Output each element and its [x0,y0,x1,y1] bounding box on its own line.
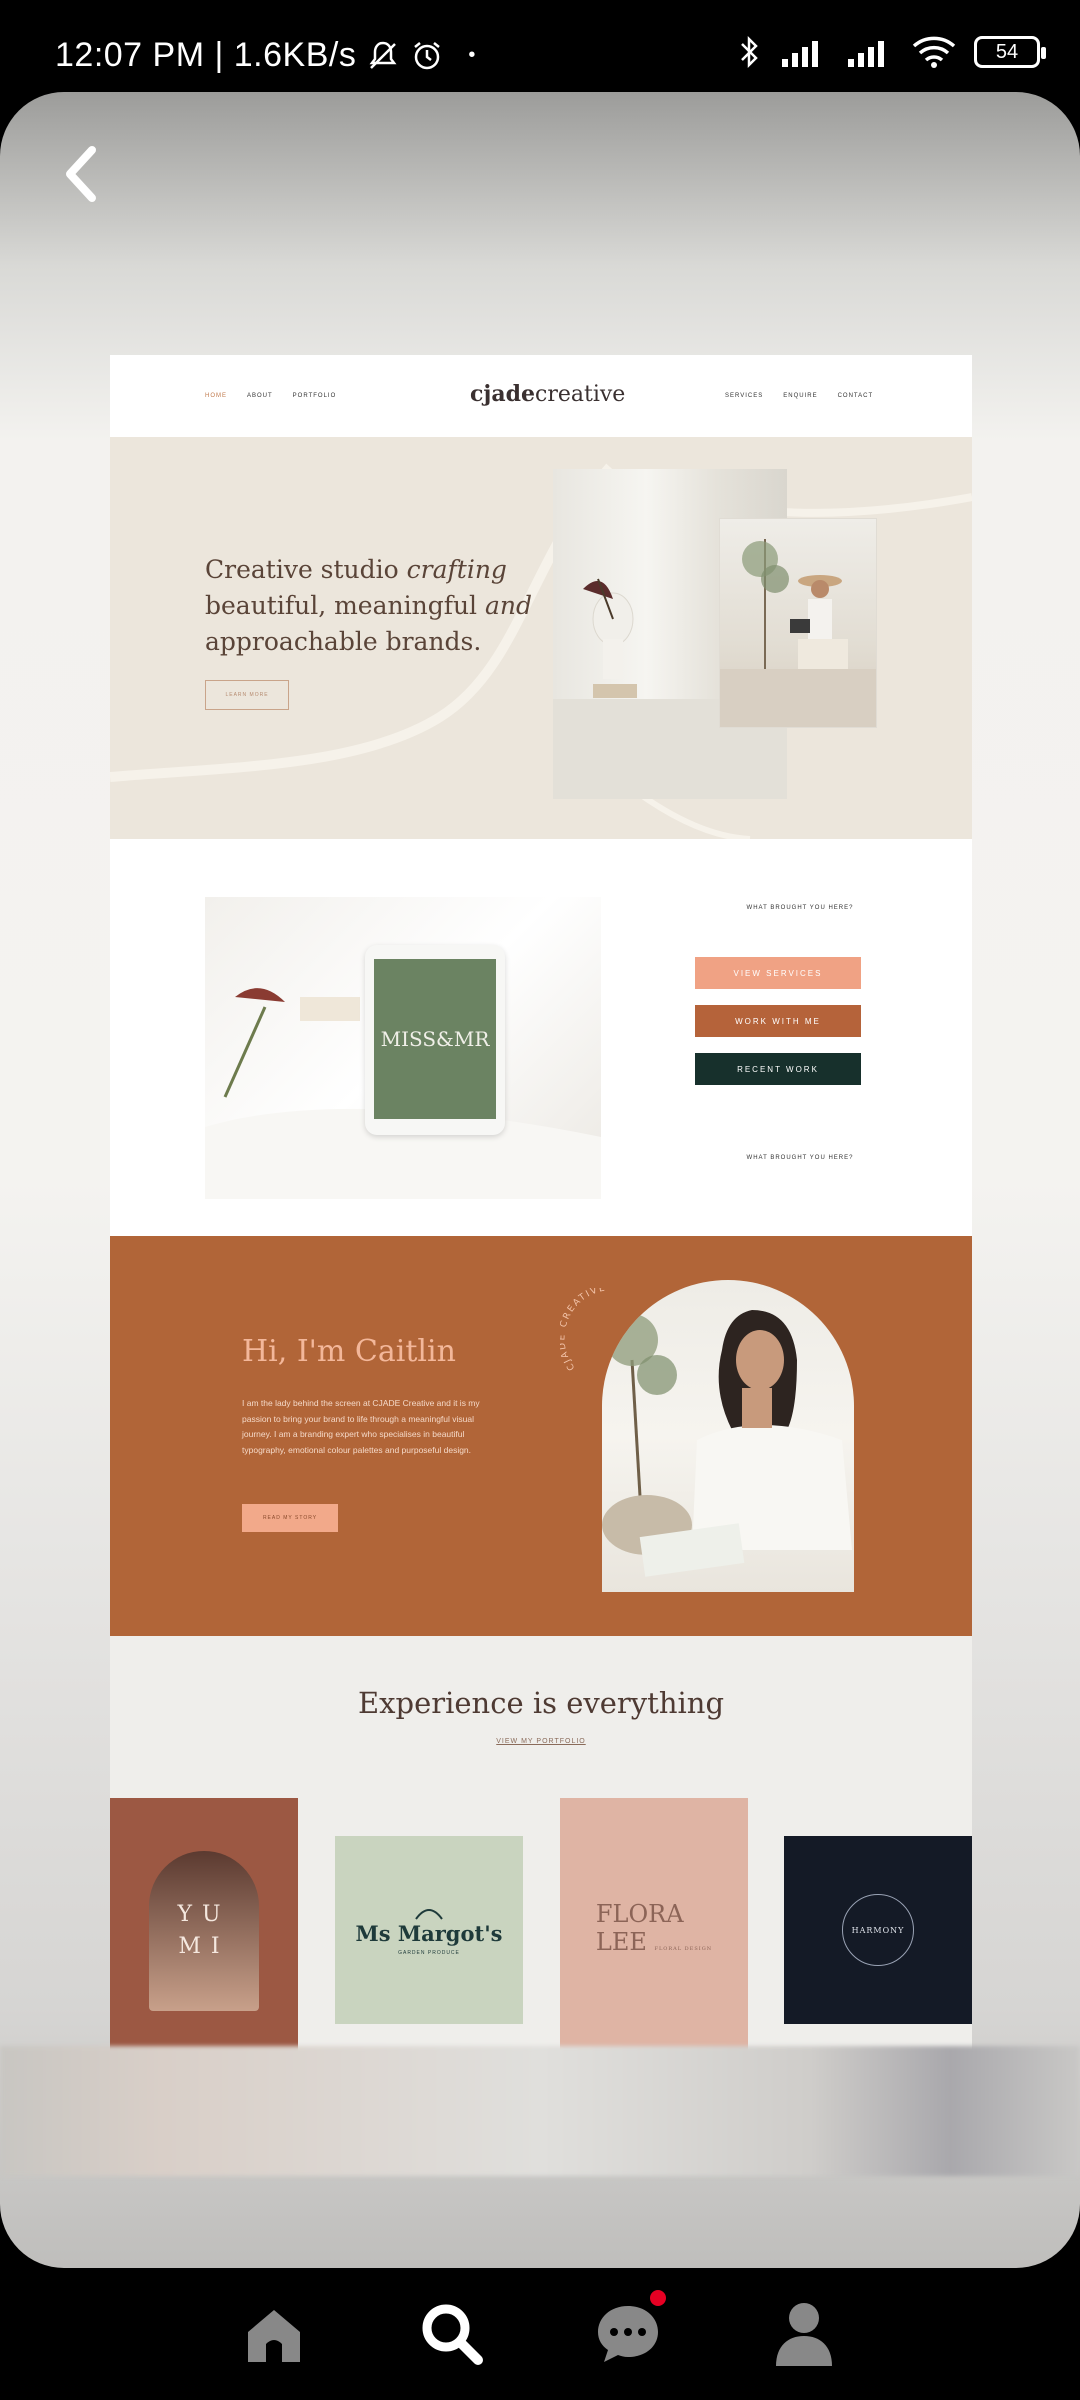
chevron-left-icon [66,146,96,202]
yumi-logo-text: YUMI [177,1902,231,1959]
nav-profile[interactable] [768,2298,840,2370]
view-portfolio-link: VIEW MY PORTFOLIO [496,1738,586,1745]
recent-work-button: RECENT WORK [695,1053,861,1085]
site-about-section: Hi, I'm Caitlin I am the lady behind the… [110,1236,972,1636]
margot-subtitle: GARDEN PRODUCE [398,1949,460,1956]
portfolio-tile-flora-lee: FLORA LEE FLORAL DESIGN [560,1798,748,2064]
bluetooth-icon [741,35,758,69]
profile-icon [776,2303,832,2366]
site-nav-left: HOME ABOUT PORTFOLIO [205,393,336,399]
site-nav-services: SERVICES [725,393,764,399]
site-nav-enquire: ENQUIRE [783,393,818,399]
tablet-device: MISS&MR [365,945,505,1135]
pin-image[interactable]: HOME ABOUT PORTFOLIO cjadecreative SERVI… [110,355,972,2139]
back-button[interactable] [58,144,106,204]
cta-question-top: WHAT BROUGHT YOU HERE? [746,905,854,911]
learn-more-button: LEARN MORE [205,680,289,710]
portfolio-tile-yumi: YUMI [110,1798,298,2064]
signal-icon-1 [782,41,818,67]
bottom-nav [0,2268,1080,2400]
flora-logo-line2: LEE [595,1927,647,1956]
svg-text:CJADE CREATIVE: CJADE CREATIVE [560,1288,608,1372]
tablet-mockup-photo: MISS&MR [205,897,601,1199]
notification-dot [650,2290,666,2306]
portfolio-tile-margot: Ms Margot's GARDEN PRODUCE [335,1836,523,2024]
flora-subtitle: FLORAL DESIGN [654,1945,713,1952]
site-header: HOME ABOUT PORTFOLIO cjadecreative SERVI… [110,355,972,437]
site-logo: cjadecreative [470,381,626,407]
nav-search[interactable] [416,2298,488,2370]
site-hero: Creative studio crafting beautiful, mean… [110,437,972,839]
portfolio-tile-harmony: HARMONY [784,1836,972,2024]
cta-question-bottom: WHAT BROUGHT YOU HERE? [746,1155,854,1161]
signal-icon-2 [848,41,884,67]
search-icon [422,2304,483,2365]
margot-emblem-icon [415,1908,443,1920]
pin-viewer-card: HOME ABOUT PORTFOLIO cjadecreative SERVI… [0,92,1080,2268]
experience-title: Experience is everything [357,1686,725,1720]
battery-icon: 54 [974,36,1046,68]
about-body: I am the lady behind the screen at CJADE… [242,1398,480,1455]
status-left: 12:07 PM | 1.6KB/s • [55,36,476,75]
harmony-logo-text: HARMONY [851,1925,905,1935]
tablet-screen-text: MISS&MR [374,959,496,1119]
site-mid-section: MISS&MR WHAT BROUGHT YOU HERE? VIEW SERV… [110,839,972,1236]
view-services-button: VIEW SERVICES [695,957,861,989]
caitlin-portrait [602,1280,854,1592]
alarm-icon [414,41,441,69]
dot-icon: • [468,44,476,66]
home-icon [248,2310,300,2362]
site-nav-portfolio: PORTFOLIO [292,393,337,399]
site-nav-contact: CONTACT [837,393,874,399]
nav-messages[interactable] [592,2290,666,2370]
about-title: Hi, I'm Caitlin [242,1334,456,1369]
chat-icon [598,2306,658,2362]
read-my-story-button: READ MY STORY [242,1504,338,1532]
site-nav-home: HOME [205,393,227,399]
status-right: 54 [738,34,1046,70]
nav-home[interactable] [238,2298,310,2370]
work-with-me-button: WORK WITH ME [695,1005,861,1037]
margot-logo-text: Ms Margot's [355,1920,503,1946]
status-bar: 12:07 PM | 1.6KB/s • 54 [0,0,1080,92]
mute-icon [369,41,397,69]
flora-logo-line1: FLORA [595,1899,684,1928]
related-pins-preview [0,2046,1080,2176]
wifi-icon [912,36,956,68]
hero-headline: Creative studio crafting beautiful, mean… [205,555,533,656]
woman-reading-photo [720,519,876,727]
site-nav-about: ABOUT [247,393,273,399]
site-nav-right: SERVICES ENQUIRE CONTACT [725,393,873,399]
status-time: 12:07 PM | 1.6KB/s [55,36,357,74]
